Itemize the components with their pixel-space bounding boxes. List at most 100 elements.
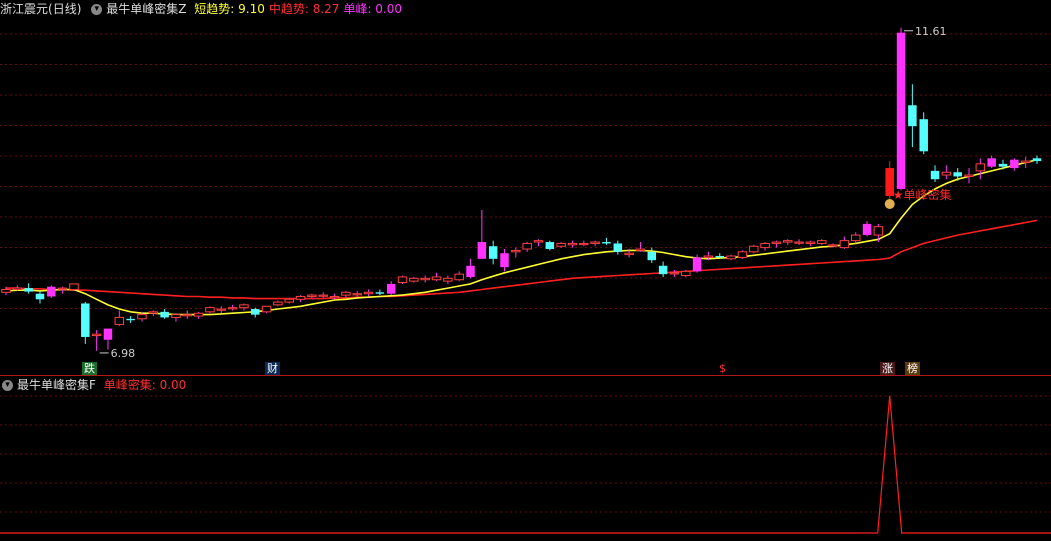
candle-body [126,318,135,321]
candle-body [69,283,79,291]
candle-body [522,242,532,250]
candle-body [182,314,193,317]
candle-body [726,255,736,260]
candle-body [443,277,453,282]
candle-body [363,291,374,295]
candle-body [409,277,419,282]
candle-body [919,119,928,152]
candle-body [681,270,691,277]
candle-body [500,253,509,268]
event-marker-0[interactable]: 跌 [82,362,97,375]
event-marker-3[interactable]: 涨 [880,362,895,375]
candle-body [794,241,804,244]
event-marker-1[interactable]: 财 [265,362,280,375]
candle-body [760,242,770,249]
candle-body [635,248,646,251]
candle-body [1010,159,1019,169]
candle-body [227,307,238,310]
candle-body [216,308,227,311]
candle-body [103,328,113,340]
candle-body [896,32,906,190]
candle-body [771,241,782,244]
candle-body [737,251,748,258]
candle-body [431,276,442,281]
candle-body [171,314,181,318]
candle-body [953,172,962,177]
candle-body [341,291,351,296]
candle-body [375,292,385,294]
candle-body [12,287,23,291]
event-marker-2[interactable]: $ [717,362,728,375]
candle-body [466,265,475,277]
candle-body [329,295,340,299]
candle-body [669,272,680,275]
candle-body [658,265,668,275]
candle-body [284,298,294,303]
candle-body [91,333,102,337]
candle-body [839,240,850,249]
candle-body [533,240,544,243]
candle-body [850,234,861,242]
candle-body [454,273,464,281]
candle-body [205,307,215,313]
candle-body [114,316,125,325]
low-price-label: 6.98 [111,347,136,360]
candle-body [318,294,328,297]
candle-body [488,246,498,259]
candle-body [703,255,714,258]
candle-body [647,251,657,261]
signal-label: ★单峰密集 [893,187,952,202]
candle-body [81,303,90,337]
candle-body [307,294,317,297]
candle-body [556,242,566,247]
candle-body [193,312,204,317]
candle-body [613,243,623,252]
candle-body [35,293,45,300]
candle-body [828,244,838,247]
candle-body [998,163,1008,167]
candle-body [602,242,611,244]
candle-body [1,289,11,293]
candle-body [545,242,555,250]
candle-body [273,301,283,306]
candle-body [1020,160,1031,163]
candle-body [511,249,521,253]
candle-body [816,240,827,244]
candle-body [251,309,260,315]
high-price-label: 11.61 [915,25,947,38]
candle-body [352,293,362,296]
event-marker-4[interactable]: 榜 [905,362,920,375]
candle-body [590,241,600,244]
candle-body [24,288,33,292]
candle-body [715,256,725,258]
ma-short-line [5,158,1038,316]
candle-body [941,171,952,176]
candle-body [964,174,974,177]
candle-body [579,242,589,246]
candle-body [397,276,408,284]
kline-chart[interactable]: 11.61 6.98 ★单峰密集 [0,0,1051,541]
candle-body [420,277,430,281]
candle-body [624,252,634,256]
candle-body [57,287,68,290]
candle-body [692,257,702,272]
candle-body [148,311,159,314]
candle-body [862,223,872,236]
candle-body [239,304,249,309]
candle-body [873,226,884,236]
candle-body [805,241,816,244]
candle-body [160,311,169,318]
candle-body [567,242,578,246]
candle-body [261,305,272,313]
candle-body [137,314,147,320]
candle-body [1032,158,1042,162]
candle-body [386,283,396,294]
candle-body [908,105,917,127]
candle-body [930,170,940,180]
candle-body [295,295,306,300]
candle-body [749,245,759,253]
candle-body [975,163,986,172]
candle-body [987,158,996,167]
candle-body [47,286,56,297]
candle-body [477,242,487,259]
